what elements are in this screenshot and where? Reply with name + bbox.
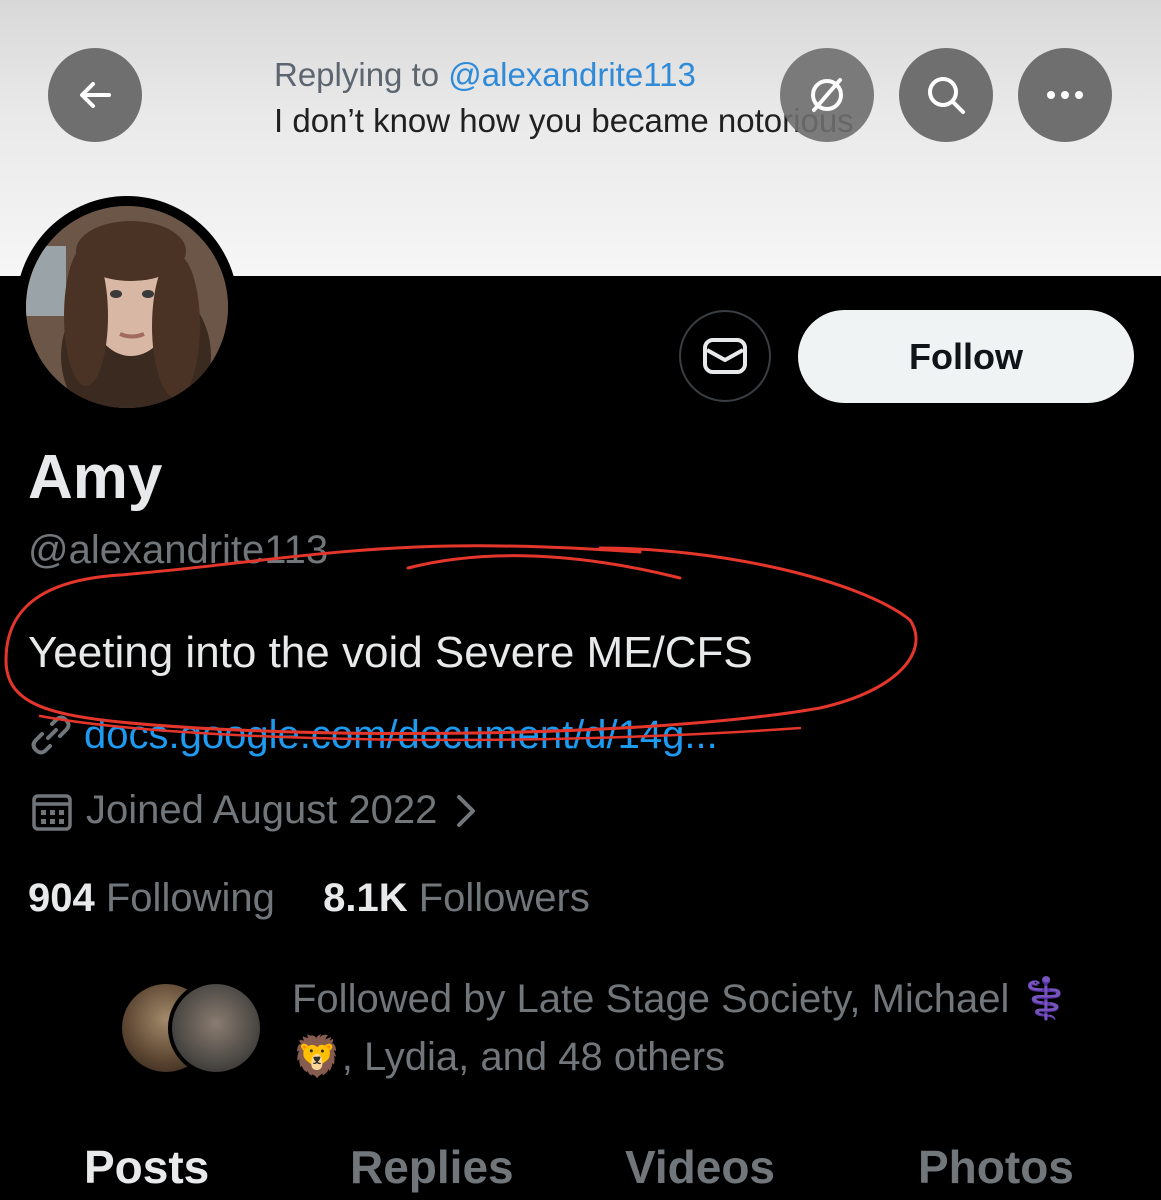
followers-count: 8.1K [323, 876, 408, 920]
more-options-button[interactable] [1018, 48, 1112, 142]
envelope-icon [703, 338, 747, 374]
tab-replies[interactable]: Replies [350, 1140, 514, 1194]
profile-tabs: Posts Replies Videos Photos [0, 1140, 1161, 1200]
search-icon [928, 77, 965, 114]
reply-snippet: I don’t know how you became notorious [274, 102, 854, 139]
follow-button[interactable]: Follow [798, 310, 1134, 403]
profile-avatar[interactable] [16, 196, 238, 418]
message-button[interactable] [679, 310, 771, 402]
tab-photos[interactable]: Photos [918, 1140, 1074, 1194]
chevron-right-icon [457, 794, 476, 827]
profile-handle: @alexandrite113 [28, 528, 329, 572]
followers-label: Followers [418, 876, 590, 920]
more-horizontal-icon [1047, 91, 1083, 99]
profile-website-row[interactable]: docs.google.com/document/d/14g... [28, 712, 718, 758]
search-button[interactable] [899, 48, 993, 142]
calendar-icon [32, 793, 72, 831]
followed-by-line-1: Followed by Late Stage Society, Michael … [292, 977, 1071, 1021]
display-name: Amy [28, 443, 163, 512]
replying-to-preview[interactable]: Replying to @alexandrite113 I don’t know… [274, 52, 854, 144]
tab-posts[interactable]: Posts [84, 1140, 209, 1194]
tab-videos[interactable]: Videos [625, 1140, 775, 1194]
following-count: 904 [28, 876, 95, 920]
followers-stat[interactable]: 8.1K Followers [323, 876, 590, 920]
follower-avatar-2[interactable] [168, 980, 264, 1076]
arrow-left-icon [80, 82, 111, 108]
profile-bio: Yeeting into the void Severe ME/CFS [28, 628, 753, 677]
followed-by-line-2: 🦁, Lydia, and 48 others [292, 1035, 726, 1079]
back-button[interactable] [48, 48, 142, 142]
replying-to-handle[interactable]: @alexandrite113 [448, 56, 696, 93]
link-icon [31, 715, 71, 755]
avatar-photo [26, 206, 228, 408]
followed-by-text[interactable]: Followed by Late Stage Society, Michael … [292, 970, 1122, 1086]
joined-date-text: Joined August 2022 [86, 788, 438, 832]
grok-icon [811, 78, 843, 112]
follow-stats: 904 Following 8.1K Followers [28, 876, 590, 921]
joined-date-row[interactable]: Joined August 2022 [30, 788, 481, 833]
profile-website-link[interactable]: docs.google.com/document/d/14g... [84, 713, 718, 758]
replying-to-label: Replying to [274, 56, 449, 93]
following-label: Following [105, 876, 275, 920]
grok-button[interactable] [780, 48, 874, 142]
following-stat[interactable]: 904 Following [28, 876, 275, 920]
